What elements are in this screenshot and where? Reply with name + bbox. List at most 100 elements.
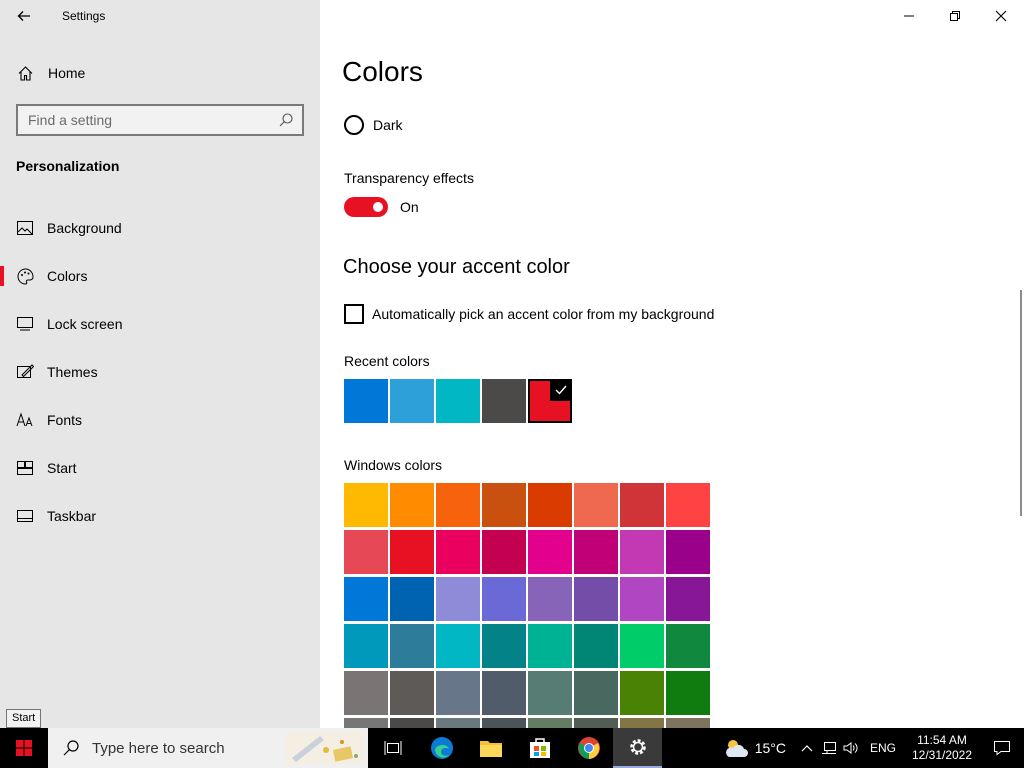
sidebar-item-label: Lock screen (47, 316, 123, 332)
file-explorer-taskbar-button[interactable] (466, 728, 515, 768)
windows-color-swatch[interactable] (666, 718, 710, 728)
windows-color-swatch[interactable] (390, 671, 434, 715)
settings-search-box[interactable] (16, 104, 304, 136)
windows-color-swatch[interactable] (390, 577, 434, 621)
windows-color-swatch[interactable] (390, 530, 434, 574)
windows-color-swatch[interactable] (574, 671, 618, 715)
windows-color-swatch[interactable] (574, 483, 618, 527)
sidebar-item-taskbar[interactable]: Taskbar (0, 492, 320, 540)
windows-color-swatch[interactable] (482, 577, 526, 621)
windows-color-swatch[interactable] (620, 530, 664, 574)
start-button[interactable] (0, 728, 48, 768)
windows-color-swatch[interactable] (528, 577, 572, 621)
windows-color-swatch[interactable] (528, 718, 572, 728)
sidebar-item-lock-screen[interactable]: Lock screen (0, 300, 320, 348)
windows-color-swatch[interactable] (482, 624, 526, 668)
windows-color-swatch[interactable] (666, 624, 710, 668)
recent-color-swatch[interactable] (390, 379, 434, 423)
windows-color-swatch[interactable] (344, 530, 388, 574)
windows-color-swatch[interactable] (528, 624, 572, 668)
chrome-taskbar-button[interactable] (564, 728, 613, 768)
windows-color-swatch[interactable] (620, 718, 664, 728)
windows-color-swatch[interactable] (344, 624, 388, 668)
windows-color-swatch[interactable] (436, 530, 480, 574)
volume-button[interactable] (840, 728, 862, 768)
windows-color-swatch[interactable] (482, 671, 526, 715)
edge-taskbar-button[interactable] (417, 728, 466, 768)
windows-color-swatch[interactable] (436, 624, 480, 668)
windows-color-swatch[interactable] (620, 483, 664, 527)
taskbar-search-box[interactable]: Type here to search (48, 728, 368, 768)
restore-icon (950, 11, 960, 21)
windows-color-swatch[interactable] (620, 671, 664, 715)
restore-button[interactable] (932, 0, 978, 32)
auto-pick-label: Automatically pick an accent color from … (372, 306, 715, 322)
windows-color-swatch[interactable] (436, 577, 480, 621)
network-button[interactable] (818, 728, 840, 768)
input-language[interactable]: ENG (870, 741, 896, 755)
windows-color-swatch[interactable] (482, 530, 526, 574)
sidebar-item-fonts[interactable]: Fonts (0, 396, 320, 444)
folder-icon (479, 741, 502, 757)
show-hidden-icons-button[interactable] (796, 728, 818, 768)
windows-color-swatch[interactable] (528, 483, 572, 527)
dark-mode-radio-option[interactable]: Dark (344, 115, 403, 135)
taskbar: Type here to search 15°C ENG 11:54 AM 12… (0, 728, 1024, 768)
windows-color-swatch[interactable] (620, 624, 664, 668)
home-nav-item[interactable]: Home (0, 56, 320, 90)
windows-color-swatch[interactable] (620, 577, 664, 621)
windows-color-swatch[interactable] (344, 483, 388, 527)
sidebar-item-start[interactable]: Start (0, 444, 320, 492)
settings-search-input[interactable] (18, 107, 268, 133)
weather-widget[interactable]: 15°C (723, 737, 786, 759)
windows-color-swatch[interactable] (528, 530, 572, 574)
recent-color-swatch[interactable] (344, 379, 388, 423)
windows-color-swatch[interactable] (436, 483, 480, 527)
windows-color-swatch[interactable] (482, 718, 526, 728)
windows-color-swatch[interactable] (666, 577, 710, 621)
sidebar-item-themes[interactable]: Themes (0, 348, 320, 396)
windows-color-swatch[interactable] (482, 483, 526, 527)
windows-color-swatch[interactable] (666, 483, 710, 527)
auto-pick-option[interactable]: Automatically pick an accent color from … (344, 304, 714, 324)
windows-color-swatch[interactable] (574, 530, 618, 574)
windows-color-swatch[interactable] (666, 671, 710, 715)
action-center-button[interactable] (980, 728, 1024, 768)
sidebar-item-colors[interactable]: Colors (0, 252, 320, 300)
windows-color-swatch[interactable] (344, 671, 388, 715)
transparency-toggle[interactable] (344, 197, 388, 217)
windows-color-swatch[interactable] (574, 718, 618, 728)
search-icon[interactable] (278, 112, 294, 128)
back-button[interactable] (10, 4, 38, 28)
search-icon (63, 740, 79, 756)
task-view-button[interactable] (368, 728, 417, 768)
settings-taskbar-button[interactable] (613, 728, 662, 768)
auto-pick-checkbox[interactable] (344, 304, 364, 324)
checkmark-icon (550, 379, 572, 401)
windows-color-swatch[interactable] (436, 718, 480, 728)
windows-color-swatch[interactable] (574, 624, 618, 668)
sidebar-item-label: Start (47, 460, 77, 476)
scrollbar[interactable] (1020, 290, 1022, 516)
windows-color-swatch[interactable] (666, 530, 710, 574)
windows-color-swatch[interactable] (344, 577, 388, 621)
sidebar-item-background[interactable]: Background (0, 204, 320, 252)
recent-color-swatch[interactable] (528, 379, 572, 423)
windows-color-swatch[interactable] (390, 718, 434, 728)
start-icon (16, 459, 34, 477)
windows-color-swatch[interactable] (436, 671, 480, 715)
minimize-button[interactable] (886, 0, 932, 32)
recent-color-swatch[interactable] (482, 379, 526, 423)
close-button[interactable] (978, 0, 1024, 32)
windows-color-swatch[interactable] (390, 624, 434, 668)
windows-color-swatch[interactable] (344, 718, 388, 728)
store-taskbar-button[interactable] (515, 728, 564, 768)
dark-mode-radio[interactable] (344, 115, 364, 135)
windows-color-swatch[interactable] (528, 671, 572, 715)
weather-temperature: 15°C (754, 740, 786, 756)
sidebar-item-label: Fonts (47, 412, 83, 428)
windows-color-swatch[interactable] (574, 577, 618, 621)
windows-color-swatch[interactable] (390, 483, 434, 527)
recent-color-swatch[interactable] (436, 379, 480, 423)
clock[interactable]: 11:54 AM 12/31/2022 (904, 733, 980, 763)
